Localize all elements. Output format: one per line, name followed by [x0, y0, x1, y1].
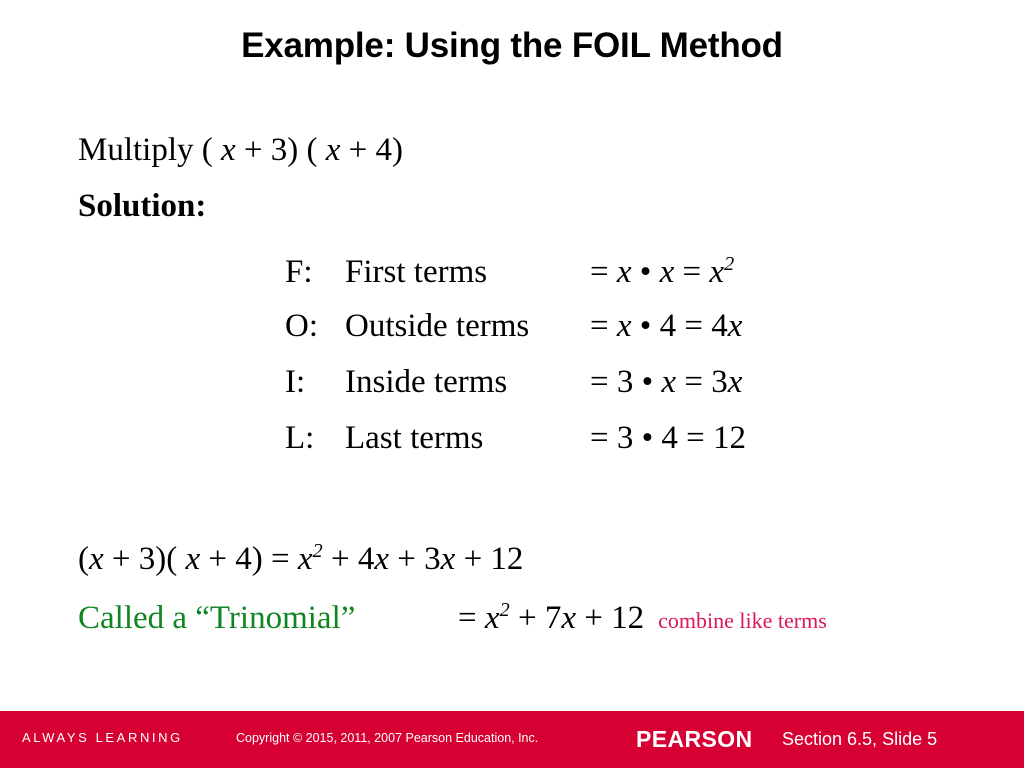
- foil-calc-last-terms: = 3 • 4 = 12: [590, 420, 747, 456]
- combine-like-terms-note: combine like terms: [658, 608, 827, 633]
- always-learning-tagline: ALWAYS LEARNING: [22, 730, 183, 745]
- pearson-logo: PEARSON: [636, 726, 753, 752]
- foil-name-inside-terms: Inside terms: [345, 364, 508, 400]
- foil-name-outside-terms: Outside terms: [345, 308, 530, 344]
- trinomial-equation: = x2 + 7x + 12: [458, 599, 645, 636]
- foil-row: O: Outside terms = x • 4 = 4x: [285, 310, 742, 343]
- trinomial-label: Called a “Trinomial”: [78, 600, 356, 636]
- foil-row: F: First terms = x • x = x2: [285, 253, 735, 290]
- slide-body: Multiply ( x + 3) ( x + 4) Solution: F: F…: [0, 0, 1024, 711]
- foil-calc-outside-terms: = x • 4 = 4x: [590, 308, 743, 344]
- foil-key-i: I:: [285, 364, 306, 400]
- foil-key-l: L:: [285, 420, 315, 456]
- foil-calc-inside-terms: = 3 • x = 3x: [590, 364, 743, 400]
- variable-x: x: [221, 132, 236, 168]
- foil-key-f: F:: [285, 254, 313, 290]
- foil-name-last-terms: Last terms: [345, 420, 484, 456]
- section-slide-indicator: Section 6.5, Slide 5: [782, 729, 938, 749]
- multiply-prompt: Multiply ( x + 3) ( x + 4): [78, 132, 404, 168]
- variable-x: x: [325, 132, 341, 168]
- copyright-text: Copyright © 2015, 2011, 2007 Pearson Edu…: [236, 731, 539, 745]
- solution-label: Solution:: [78, 188, 207, 224]
- foil-key-o: O:: [285, 308, 318, 344]
- foil-row: I: Inside terms = 3 • x = 3x: [285, 366, 742, 399]
- expanded-product-line: (x + 3)( x + 4) = x2 + 4x + 3x + 12: [78, 540, 524, 577]
- foil-row: L: Last terms = 3 • 4 = 12: [285, 422, 746, 455]
- trinomial-row: Called a “Trinomial” = x2 + 7x + 12 combin…: [78, 599, 827, 636]
- foil-calc-first-terms: = x • x = x2: [590, 253, 735, 290]
- footer-bar: ALWAYS LEARNING Copyright © 2015, 2011, …: [0, 711, 1024, 768]
- foil-name-first-terms: First terms: [345, 254, 488, 290]
